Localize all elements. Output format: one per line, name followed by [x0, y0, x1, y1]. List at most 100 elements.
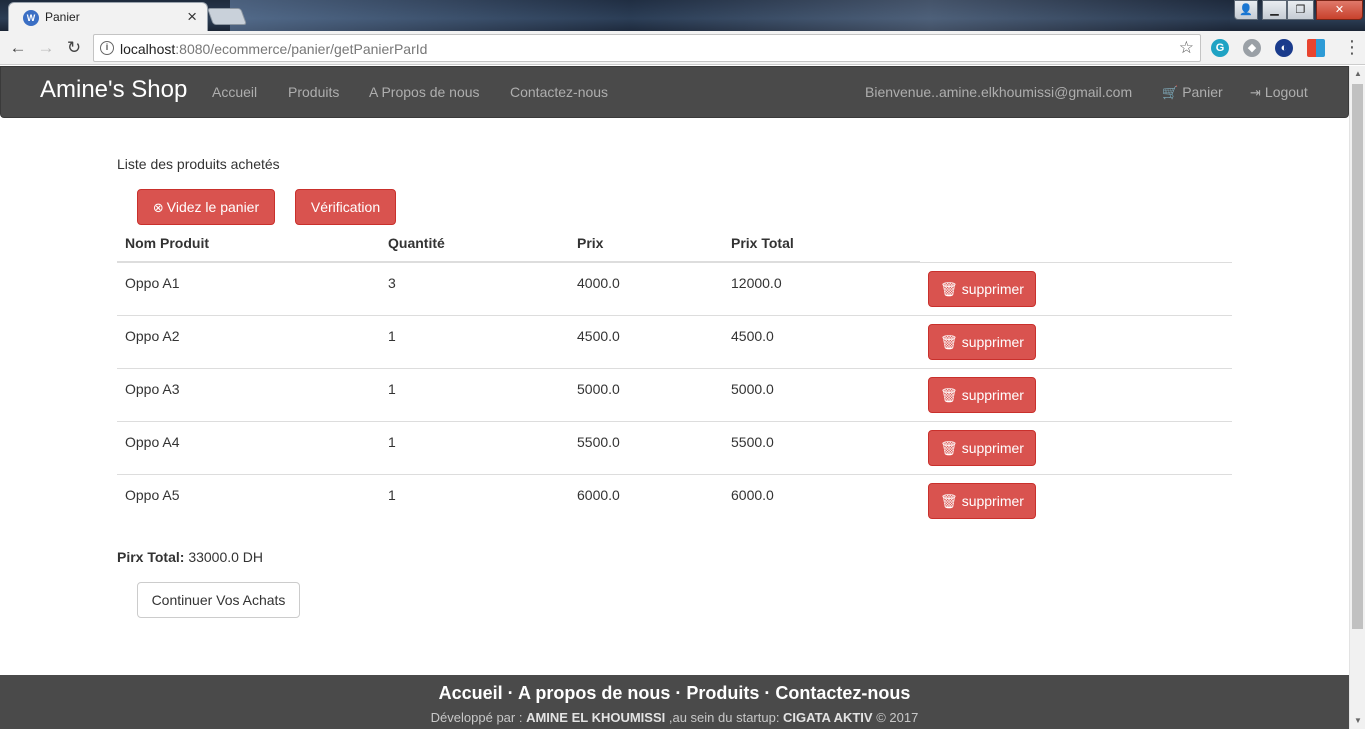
times-circle-icon: ⊗: [152, 200, 164, 215]
site-favicon-icon: W: [23, 10, 39, 26]
cart-total: Pirx Total: 33000.0 DH: [117, 549, 263, 565]
credits-suffix: © 2017: [872, 710, 919, 725]
product-name: Oppo A2: [117, 314, 378, 368]
profile-icon[interactable]: 👤: [1234, 0, 1258, 20]
product-name: Oppo A4: [117, 420, 378, 474]
row-actions: 🗑 supprimer: [920, 367, 1232, 421]
tab-close-icon[interactable]: ×: [187, 7, 197, 27]
column-header-actions: [920, 225, 1232, 262]
site-navbar: Amine's Shop Accueil Produits A Propos d…: [0, 66, 1349, 118]
delete-button[interactable]: 🗑 supprimer: [928, 429, 1036, 466]
site-brand[interactable]: Amine's Shop: [40, 76, 187, 104]
maximize-button[interactable]: ❐: [1287, 0, 1314, 20]
product-quantity: 1: [378, 420, 569, 474]
table-row: Oppo A2 1 4500.0 4500.0 🗑 supprimer: [117, 314, 1232, 368]
row-actions: 🗑 supprimer: [920, 420, 1232, 474]
delete-button[interactable]: 🗑 supprimer: [928, 323, 1036, 360]
new-tab-button[interactable]: [206, 8, 248, 25]
column-header-price: Prix: [569, 225, 723, 263]
product-name: Oppo A3: [117, 367, 378, 421]
window-background: [230, 0, 1230, 31]
product-quantity: 1: [378, 367, 569, 421]
product-quantity: 3: [378, 261, 569, 315]
table-row: Oppo A3 1 5000.0 5000.0 🗑 supprimer: [117, 367, 1232, 421]
trash-icon: 🗑: [940, 492, 958, 509]
empty-cart-button[interactable]: ⊗ Videz le panier: [137, 189, 275, 225]
delete-button[interactable]: 🗑 supprimer: [928, 270, 1036, 307]
nav-link-a-propos[interactable]: A Propos de nous: [369, 84, 480, 100]
product-total: 5500.0: [723, 420, 920, 474]
scrollbar-thumb[interactable]: [1352, 84, 1363, 629]
trash-icon: 🗑: [940, 280, 958, 297]
minimize-button[interactable]: ▁: [1262, 0, 1287, 20]
product-quantity: 1: [378, 473, 569, 527]
credits-middle: ,au sein du startup:: [665, 710, 784, 725]
author-name: AMINE EL KHOUMISSI: [526, 710, 666, 725]
address-bar[interactable]: i localhost:8080/ecommerce/panier/getPan…: [93, 34, 1201, 62]
nav-link-panier[interactable]: 🛒 Panier: [1162, 84, 1223, 101]
welcome-user-link[interactable]: Bienvenue..amine.elkhoumissi@gmail.com: [865, 84, 1132, 100]
browser-toolbar: ← → ↻ i localhost:8080/ecommerce/panier/…: [0, 31, 1365, 65]
delete-label: supprimer: [961, 439, 1024, 456]
product-total: 6000.0: [723, 473, 920, 527]
delete-label: supprimer: [961, 386, 1024, 403]
column-header-quantity: Quantité: [378, 225, 569, 263]
extension-icon[interactable]: ◆: [1243, 39, 1261, 57]
grammarly-extension-icon[interactable]: G: [1211, 39, 1229, 57]
browser-menu-icon[interactable]: ⋮: [1343, 38, 1361, 56]
browser-tabstrip: W Panier × 👤 ▁ ❐ ✕: [0, 0, 1365, 31]
nav-link-contact[interactable]: Contactez-nous: [510, 84, 608, 100]
product-name: Oppo A1: [117, 261, 378, 315]
forward-arrow-icon[interactable]: →: [36, 38, 56, 58]
site-info-icon[interactable]: i: [100, 41, 114, 55]
continue-shopping-button[interactable]: Continuer Vos Achats: [137, 582, 300, 618]
verification-label: Vérification: [310, 199, 381, 215]
browser-tab[interactable]: W Panier ×: [8, 2, 208, 31]
page-viewport: Amine's Shop Accueil Produits A Propos d…: [0, 66, 1349, 729]
row-actions: 🗑 supprimer: [920, 473, 1232, 527]
trash-icon: 🗑: [940, 439, 958, 456]
total-label: Pirx Total:: [117, 549, 185, 565]
trash-icon: 🗑: [940, 333, 958, 350]
back-arrow-icon[interactable]: ←: [8, 38, 28, 58]
extension-globe-icon[interactable]: ◐: [1275, 39, 1293, 57]
product-name: Oppo A5: [117, 473, 378, 527]
delete-button[interactable]: 🗑 supprimer: [928, 482, 1036, 519]
shopping-cart-icon: 🛒: [1162, 85, 1179, 100]
row-actions: 🗑 supprimer: [920, 261, 1232, 315]
product-price: 4500.0: [569, 314, 723, 368]
delete-button[interactable]: 🗑 supprimer: [928, 376, 1036, 413]
logout-label: Logout: [1264, 84, 1308, 100]
tab-title: Panier: [45, 10, 80, 24]
url-text[interactable]: localhost:8080/ecommerce/panier/getPanie…: [120, 41, 427, 57]
product-total: 4500.0: [723, 314, 920, 368]
window-close-button[interactable]: ✕: [1316, 0, 1363, 20]
table-row: Oppo A1 3 4000.0 12000.0 🗑 supprimer: [117, 261, 1232, 315]
cart-table: Nom Produit Quantité Prix Prix Total Opp…: [117, 225, 1232, 527]
nav-link-produits[interactable]: Produits: [288, 84, 339, 100]
row-actions: 🗑 supprimer: [920, 314, 1232, 368]
continue-shopping-label: Continuer Vos Achats: [151, 592, 286, 608]
site-footer: Accueil · A propos de nous · Produits · …: [0, 675, 1349, 729]
scroll-up-icon[interactable]: ▲: [1350, 66, 1365, 82]
bookmark-star-icon[interactable]: ☆: [1179, 38, 1194, 58]
credits-prefix: Développé par :: [430, 710, 527, 725]
startup-name: CIGATA AKTIV: [783, 710, 873, 725]
nav-link-accueil[interactable]: Accueil: [212, 84, 257, 100]
column-header-total: Prix Total: [723, 225, 920, 263]
reload-icon[interactable]: ↻: [64, 38, 84, 58]
delete-label: supprimer: [961, 333, 1024, 350]
table-header-row: Nom Produit Quantité Prix Prix Total: [117, 225, 1232, 263]
extension-grid-icon[interactable]: [1307, 39, 1325, 57]
panier-label: Panier: [1182, 84, 1223, 100]
footer-links[interactable]: Accueil · A propos de nous · Produits · …: [0, 683, 1349, 704]
trash-icon: 🗑: [940, 386, 958, 403]
verification-button[interactable]: Vérification: [295, 189, 396, 225]
scroll-down-icon[interactable]: ▼: [1350, 713, 1365, 729]
product-total: 12000.0: [723, 261, 920, 315]
product-total: 5000.0: [723, 367, 920, 421]
page-scrollbar[interactable]: ▲ ▼: [1349, 66, 1365, 729]
table-row: Oppo A5 1 6000.0 6000.0 🗑 supprimer: [117, 473, 1232, 527]
delete-label: supprimer: [961, 280, 1024, 297]
nav-link-logout[interactable]: ⇥ Logout: [1250, 84, 1308, 101]
